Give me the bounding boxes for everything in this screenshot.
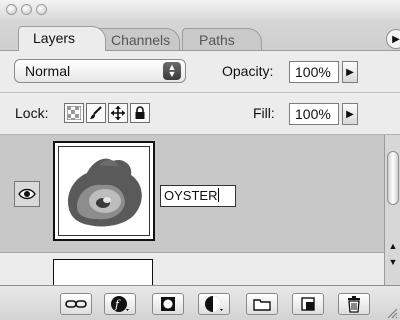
tab-bar: Channels Paths Layers ▶ bbox=[0, 20, 400, 51]
new-group-button[interactable] bbox=[246, 293, 278, 315]
blend-mode-select[interactable]: Normal ▲ ▼ bbox=[14, 59, 186, 83]
add-mask-icon bbox=[161, 297, 175, 311]
trash-icon bbox=[348, 296, 360, 313]
thumbnail-frame bbox=[58, 146, 150, 236]
opacity-label: Opacity: bbox=[222, 63, 274, 79]
triangle-right-icon: ▶ bbox=[346, 66, 354, 78]
link-layers-button[interactable] bbox=[60, 293, 92, 315]
zoom-window-button[interactable] bbox=[36, 4, 47, 15]
move-arrows-icon bbox=[111, 106, 125, 120]
link-icon bbox=[65, 300, 87, 308]
layer-row-selected[interactable]: OYSTER bbox=[0, 135, 384, 253]
tab-channels[interactable]: Channels bbox=[96, 28, 180, 50]
blend-mode-value: Normal bbox=[25, 63, 71, 79]
tab-layers-label: Layers bbox=[33, 30, 76, 46]
add-mask-button[interactable] bbox=[152, 293, 184, 315]
visibility-toggle[interactable] bbox=[14, 181, 40, 207]
folder-icon bbox=[253, 299, 271, 311]
tab-paths-label: Paths bbox=[199, 32, 235, 48]
layers-list: OYSTER bbox=[0, 135, 384, 299]
new-layer-icon bbox=[301, 297, 315, 311]
title-bar bbox=[0, 0, 400, 21]
adjustment-layer-icon bbox=[205, 296, 223, 312]
adjustment-layer-button[interactable] bbox=[198, 293, 230, 315]
text-caret bbox=[218, 188, 220, 202]
fill-value: 100% bbox=[295, 106, 331, 122]
blend-row: Normal ▲ ▼ Opacity: 100% ▶ bbox=[0, 51, 400, 93]
vertical-scrollbar[interactable]: ▲ ▼ bbox=[384, 135, 400, 285]
scroll-down-arrow-icon[interactable]: ▼ bbox=[387, 255, 399, 269]
minimize-window-button[interactable] bbox=[21, 4, 32, 15]
tab-layers[interactable]: Layers bbox=[18, 26, 106, 51]
layer-name-value: OYSTER bbox=[164, 188, 218, 203]
layer-style-button[interactable]: f bbox=[104, 293, 136, 315]
close-window-button[interactable] bbox=[6, 4, 17, 15]
opacity-value: 100% bbox=[295, 64, 331, 80]
oyster-image bbox=[67, 158, 142, 227]
tab-channels-label: Channels bbox=[111, 32, 171, 48]
lock-row: Lock: Fill: 100% ▶ bbox=[0, 93, 400, 135]
layer-thumbnail[interactable] bbox=[53, 141, 155, 241]
layer-name-input[interactable]: OYSTER bbox=[160, 185, 236, 207]
eye-icon bbox=[18, 188, 36, 200]
new-layer-button[interactable] bbox=[292, 293, 324, 315]
fill-field[interactable]: 100% bbox=[289, 103, 339, 125]
fill-label: Fill: bbox=[253, 105, 275, 121]
up-down-arrows-icon: ▲ ▼ bbox=[163, 62, 181, 80]
layer-style-icon: f bbox=[111, 296, 129, 312]
bottom-toolbar: f bbox=[0, 285, 400, 320]
lock-label: Lock: bbox=[15, 105, 49, 121]
scrollbar-thumb[interactable] bbox=[387, 151, 399, 205]
triangle-right-icon: ▶ bbox=[346, 108, 354, 120]
lock-icon bbox=[135, 106, 145, 119]
delete-layer-button[interactable] bbox=[338, 293, 370, 315]
lock-all-button[interactable] bbox=[130, 103, 150, 123]
lock-image-pixels-button[interactable] bbox=[86, 103, 106, 123]
opacity-slider-button[interactable]: ▶ bbox=[342, 61, 358, 83]
layers-panel: Channels Paths Layers ▶ Normal ▲ ▼ Opacit… bbox=[0, 0, 400, 320]
tab-paths[interactable]: Paths bbox=[182, 28, 262, 50]
brush-icon bbox=[90, 106, 102, 119]
opacity-field[interactable]: 100% bbox=[289, 61, 339, 83]
play-right-icon: ▶ bbox=[392, 33, 400, 45]
panel-menu-button[interactable]: ▶ bbox=[386, 29, 400, 49]
fill-slider-button[interactable]: ▶ bbox=[342, 103, 358, 125]
lock-position-button[interactable] bbox=[108, 103, 128, 123]
lock-transparent-pixels-button[interactable] bbox=[64, 103, 84, 123]
checkerboard-icon bbox=[67, 106, 81, 120]
scroll-up-arrow-icon[interactable]: ▲ bbox=[387, 239, 399, 253]
layer-row[interactable] bbox=[0, 253, 384, 299]
resize-grip-icon[interactable] bbox=[386, 307, 398, 319]
